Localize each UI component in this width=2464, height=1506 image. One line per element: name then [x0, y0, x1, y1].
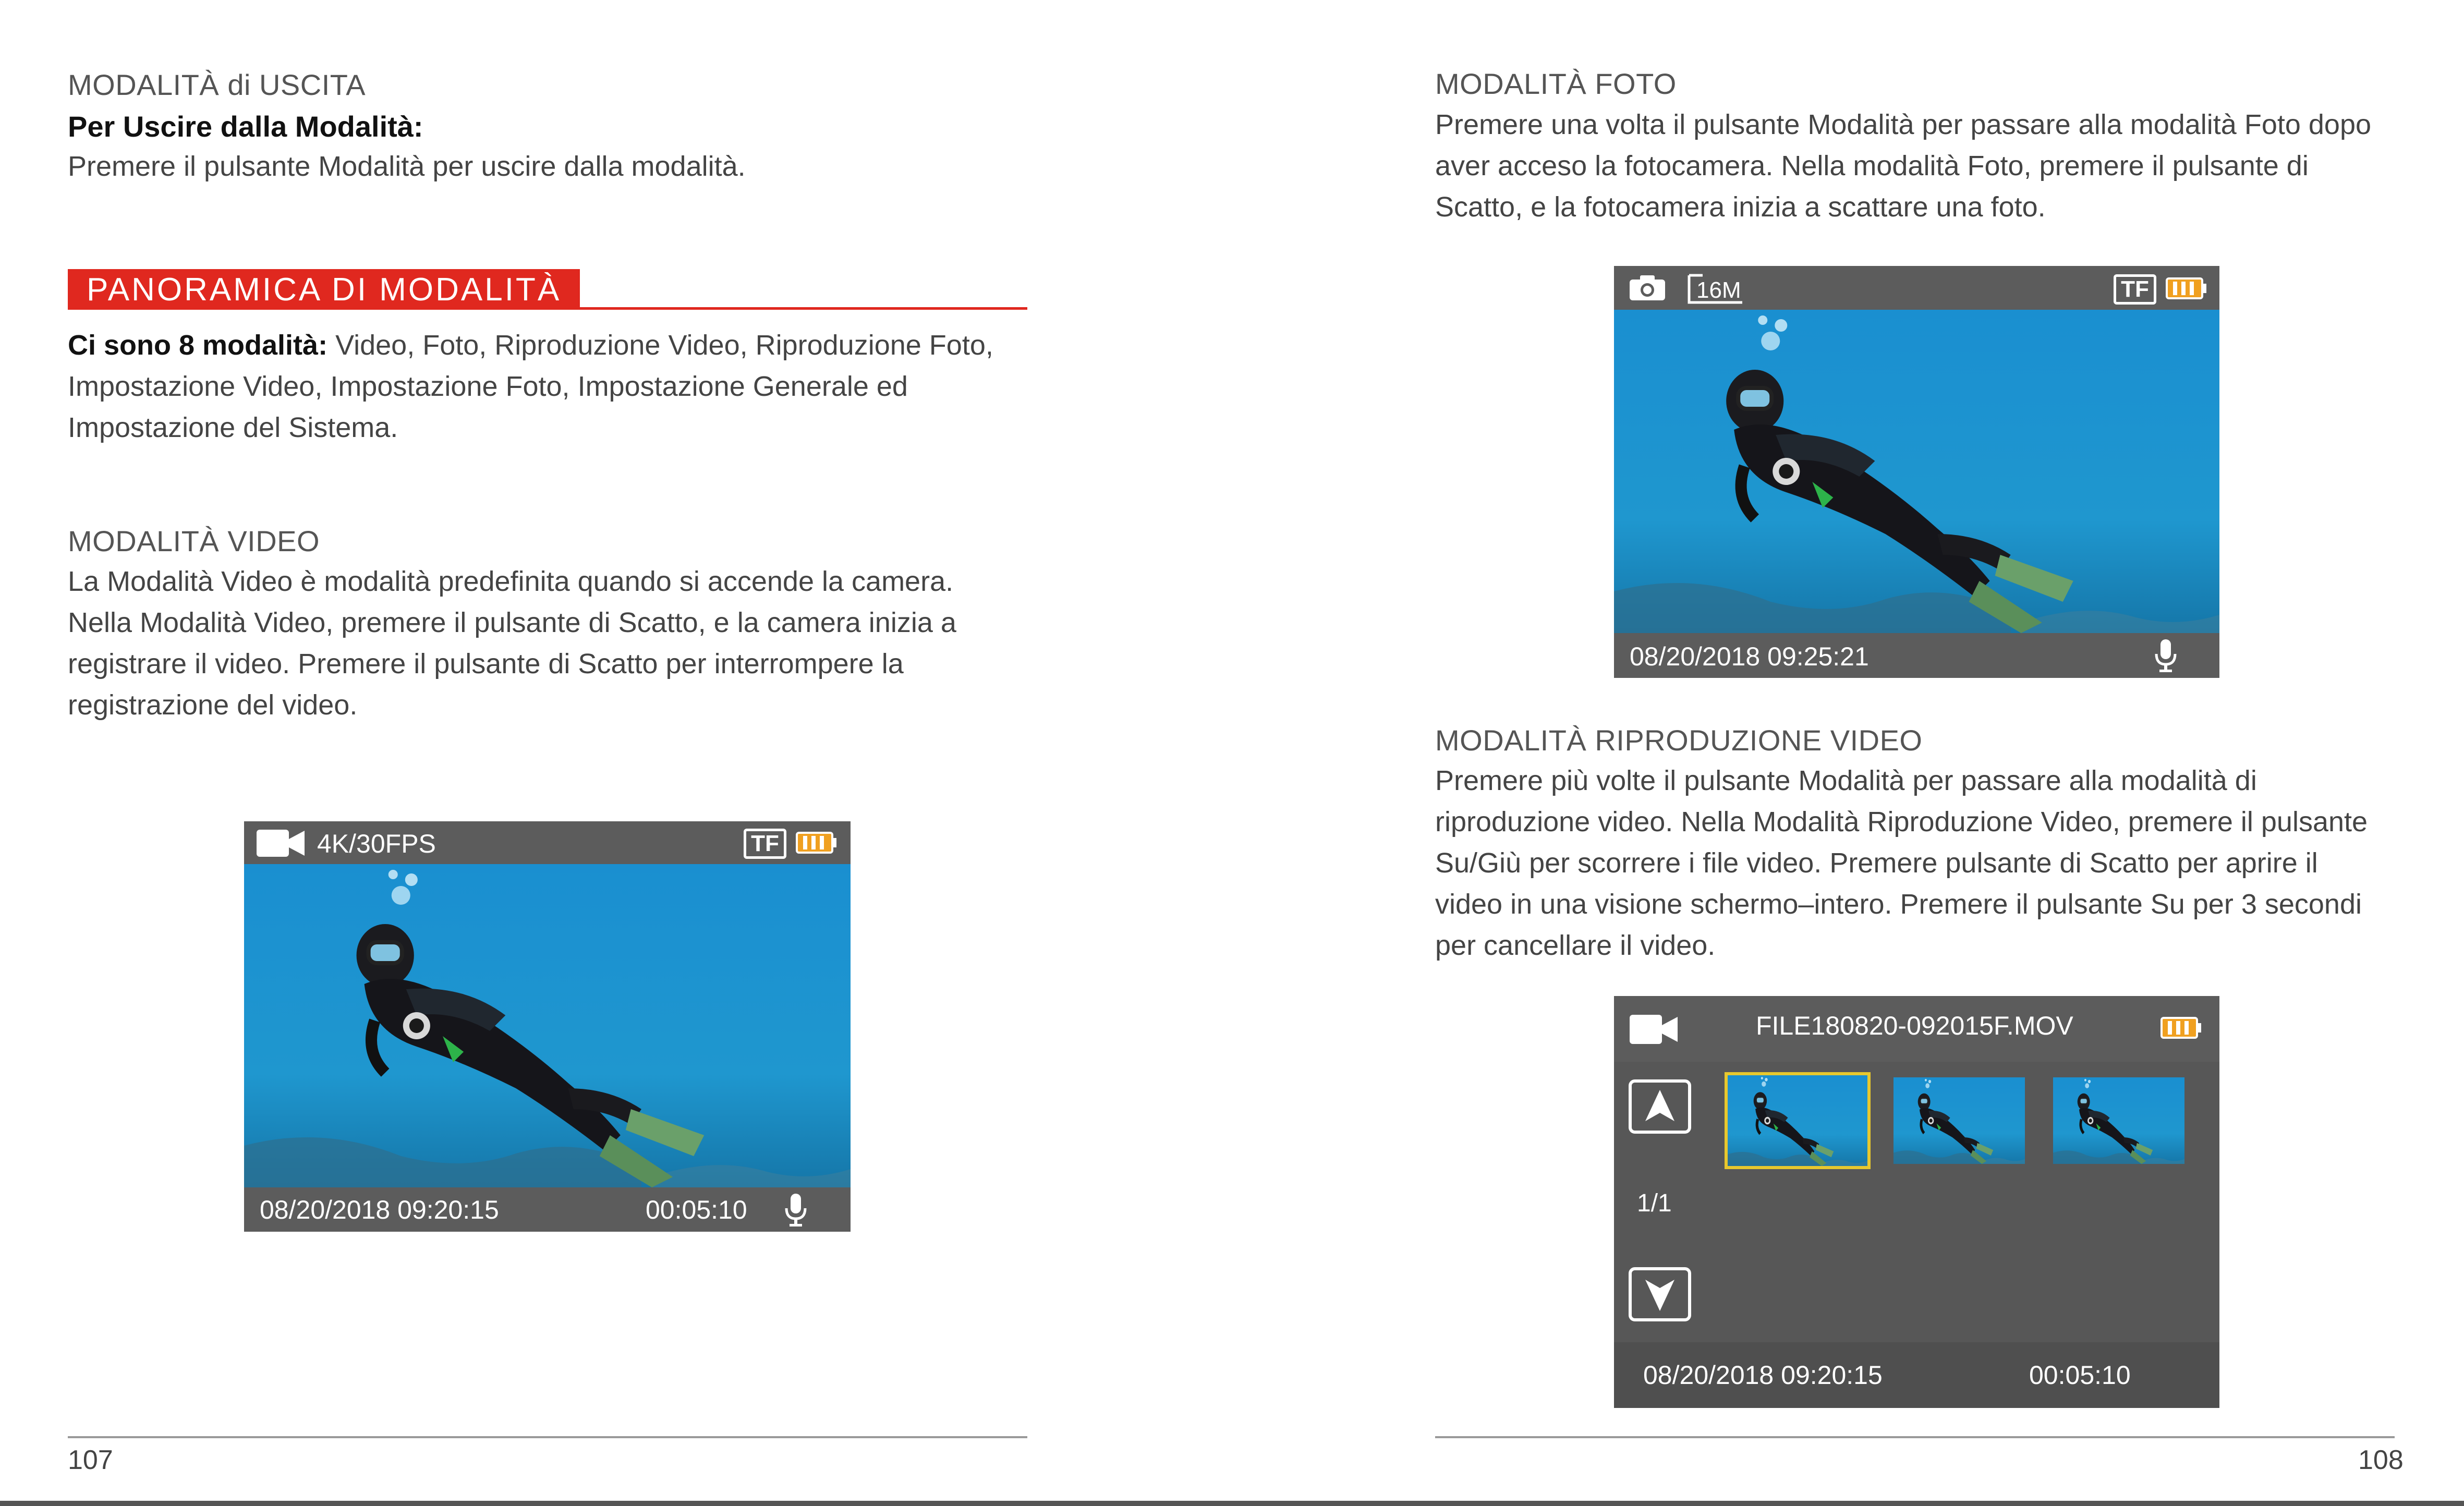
- video-camera-icon: [1630, 1015, 1678, 1044]
- photo-resolution: 16M: [1696, 277, 1741, 303]
- page-indicator: 1/1: [1637, 1189, 1672, 1217]
- overview-text: Ci sono 8 modalità: Video, Foto, Riprodu…: [68, 325, 1033, 448]
- tf-card-icon: TF: [744, 829, 786, 859]
- overview-bold: Ci sono 8 modalità:: [68, 330, 328, 361]
- video-thumbnail-1[interactable]: [1725, 1072, 1871, 1169]
- playback-mode-screen: FILE180820-092015F.MOV 1/1 08/20/2018 09…: [1614, 996, 2219, 1408]
- photo-heading: MODALITÀ FOTO: [1435, 67, 1677, 100]
- video-top-bar: 4K/30FPS TF: [244, 821, 851, 864]
- microphone-icon: [2155, 639, 2177, 672]
- video-thumbnail-3[interactable]: [2053, 1077, 2184, 1164]
- page-number-left: 107: [68, 1445, 113, 1475]
- video-bottom-bar: 08/20/2018 09:20:15 00:05:10: [244, 1187, 851, 1232]
- playback-heading: MODALITÀ RIPRODUZIONE VIDEO: [1435, 724, 1923, 757]
- arrow-up-icon: [1645, 1090, 1674, 1121]
- scroll-up-button[interactable]: [1629, 1079, 1691, 1134]
- video-duration: 00:05:10: [646, 1195, 747, 1224]
- playback-filename: FILE180820-092015F.MOV: [1756, 1011, 2073, 1040]
- photo-text: Premere una volta il pulsante Modalità p…: [1435, 109, 2372, 223]
- photo-preview-image: [1614, 310, 2219, 633]
- playback-datetime: 08/20/2018 09:20:15: [1643, 1361, 1883, 1390]
- footer-line-left: [68, 1436, 1027, 1438]
- video-preview-image: [244, 864, 851, 1187]
- playback-bottom-bar: 08/20/2018 09:20:15 00:05:10: [1614, 1342, 2219, 1408]
- tf-card-icon: TF: [2114, 274, 2156, 305]
- photo-top-bar: 16M TF: [1614, 266, 2219, 310]
- playback-duration: 00:05:10: [2029, 1361, 2131, 1390]
- video-text: La Modalità Video è modalità predefinita…: [68, 566, 956, 721]
- page-number-right: 108: [2358, 1445, 2404, 1475]
- overview-banner: PANORAMICA DI MODALITÀ: [68, 269, 580, 309]
- battery-icon: [2160, 1017, 2201, 1039]
- exit-text: Premere il pulsante Modalità per uscire …: [68, 151, 746, 182]
- playback-top-bar: FILE180820-092015F.MOV: [1614, 996, 2219, 1062]
- video-datetime: 08/20/2018 09:20:15: [260, 1195, 499, 1224]
- video-thumbnail-2[interactable]: [1893, 1077, 2025, 1164]
- playback-text: Premere più volte il pulsante Modalità p…: [1435, 765, 2368, 961]
- video-mode-screen: 4K/30FPS TF 08/20/2018 09:20:15 00:05:10: [244, 821, 851, 1232]
- video-camera-icon: [257, 830, 305, 857]
- arrow-down-icon: [1645, 1280, 1674, 1311]
- scroll-down-button[interactable]: [1629, 1267, 1691, 1321]
- exit-subheading: Per Uscire dalla Modalità:: [68, 110, 423, 143]
- left-page: MODALITÀ di USCITA Per Uscire dalla Moda…: [0, 0, 1232, 1506]
- exit-heading: MODALITÀ di USCITA: [68, 68, 366, 101]
- video-resolution: 4K/30FPS: [317, 829, 436, 858]
- photo-bottom-bar: 08/20/2018 09:25:21: [1614, 633, 2219, 678]
- photo-datetime: 08/20/2018 09:25:21: [1630, 642, 1869, 671]
- photo-camera-icon: [1630, 275, 1665, 300]
- battery-icon: [2166, 277, 2206, 299]
- video-heading: MODALITÀ VIDEO: [68, 525, 320, 557]
- banner-underline: [68, 307, 1027, 310]
- footer-line-right: [1435, 1436, 2395, 1438]
- page-bottom-edge: [0, 1501, 2464, 1506]
- right-page: MODALITÀ FOTO Premere una volta il pulsa…: [1232, 0, 2464, 1506]
- battery-icon: [796, 832, 836, 854]
- photo-mode-screen: 16M TF 08/20/2018 09:25:21: [1614, 266, 2219, 678]
- microphone-icon: [785, 1194, 807, 1226]
